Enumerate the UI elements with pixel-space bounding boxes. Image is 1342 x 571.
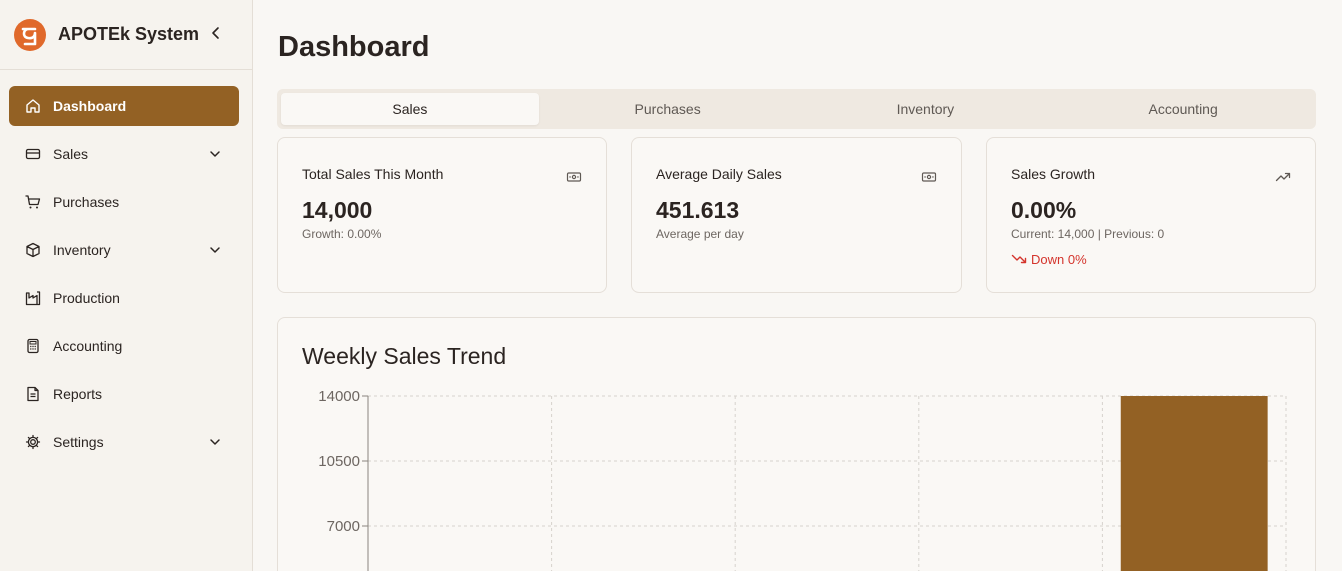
card-value: 14,000 [302, 197, 373, 223]
card-subtext: Average per day [656, 227, 744, 241]
sidebar-item-label: Settings [53, 434, 104, 450]
collapse-sidebar-icon[interactable] [207, 24, 225, 42]
card-title: Sales Growth [1011, 166, 1096, 182]
home-icon [26, 99, 40, 113]
gear-icon [25, 434, 41, 450]
weekly-sales-chart-card: Weekly Sales Trend 14000 10500 7000 [277, 317, 1316, 571]
sidebar-item-accounting[interactable]: Accounting [9, 326, 239, 366]
trend-label: Down 0% [1031, 251, 1087, 267]
tab-accounting[interactable]: Accounting [1054, 93, 1312, 125]
sidebar: APOTEk System Dashboard Sales Purchases … [0, 0, 253, 571]
sales-growth-card: Sales Growth 0.00% Current: 14,000 | Pre… [986, 137, 1316, 293]
calculator-icon [27, 338, 39, 354]
sidebar-item-reports[interactable]: Reports [9, 374, 239, 414]
trending-down-icon [1011, 254, 1027, 264]
app-name: APOTEk System [58, 24, 200, 44]
sidebar-item-sales[interactable]: Sales [9, 134, 239, 174]
card-title: Total Sales This Month [302, 166, 444, 182]
chevron-down-icon[interactable] [207, 434, 223, 450]
tab-sales[interactable]: Sales [281, 93, 539, 125]
sidebar-item-label: Dashboard [53, 98, 127, 114]
y-tick-label: 14000 [318, 388, 360, 405]
chevron-down-icon[interactable] [207, 242, 223, 258]
tab-purchases[interactable]: Purchases [539, 93, 797, 125]
file-text-icon [27, 386, 39, 402]
brand-header: APOTEk System [0, 0, 252, 70]
tab-inventory[interactable]: Inventory [797, 93, 1055, 125]
sidebar-item-label: Inventory [53, 242, 111, 258]
card-value: 0.00% [1011, 197, 1077, 223]
y-tick-label: 10500 [318, 453, 360, 470]
banknote-icon [921, 172, 937, 182]
total-sales-card: Total Sales This Month 14,000 Growth: 0.… [277, 137, 607, 293]
cart-icon [25, 195, 41, 209]
sidebar-item-label: Purchases [53, 194, 120, 210]
sidebar-item-dashboard[interactable]: Dashboard [9, 86, 239, 126]
banknote-icon [566, 172, 582, 182]
trending-up-icon [1275, 172, 1291, 182]
chart-bar [1120, 396, 1268, 571]
sidebar-item-label: Accounting [53, 338, 123, 354]
card-value: 451.613 [656, 197, 740, 223]
trend-indicator: Down 0% [1011, 251, 1087, 267]
y-tick-label: 7000 [327, 518, 360, 535]
card-subtext: Growth: 0.00% [302, 227, 382, 241]
sidebar-item-inventory[interactable]: Inventory [9, 230, 239, 270]
sidebar-item-label: Reports [53, 386, 103, 402]
sidebar-item-purchases[interactable]: Purchases [9, 182, 239, 222]
package-icon [26, 242, 40, 258]
card-title: Average Daily Sales [656, 166, 782, 182]
sidebar-item-label: Production [53, 290, 120, 306]
average-daily-sales-card: Average Daily Sales 451.613 Average per … [631, 137, 962, 293]
dashboard-tabs: Sales Purchases Inventory Accounting [277, 89, 1316, 129]
page-title: Dashboard [278, 31, 430, 63]
sidebar-item-settings[interactable]: Settings [9, 422, 239, 462]
card-subtext: Current: 14,000 | Previous: 0 [1011, 227, 1165, 241]
sidebar-item-label: Sales [53, 146, 89, 162]
chevron-down-icon[interactable] [207, 146, 223, 162]
sidebar-item-production[interactable]: Production [9, 278, 239, 318]
apotek-logo-icon [14, 18, 46, 51]
factory-icon [25, 291, 41, 306]
sidebar-nav: Dashboard Sales Purchases Inventory Prod… [0, 70, 252, 462]
weekly-sales-chart: 14000 10500 7000 [318, 388, 1287, 571]
credit-card-icon [25, 148, 41, 160]
